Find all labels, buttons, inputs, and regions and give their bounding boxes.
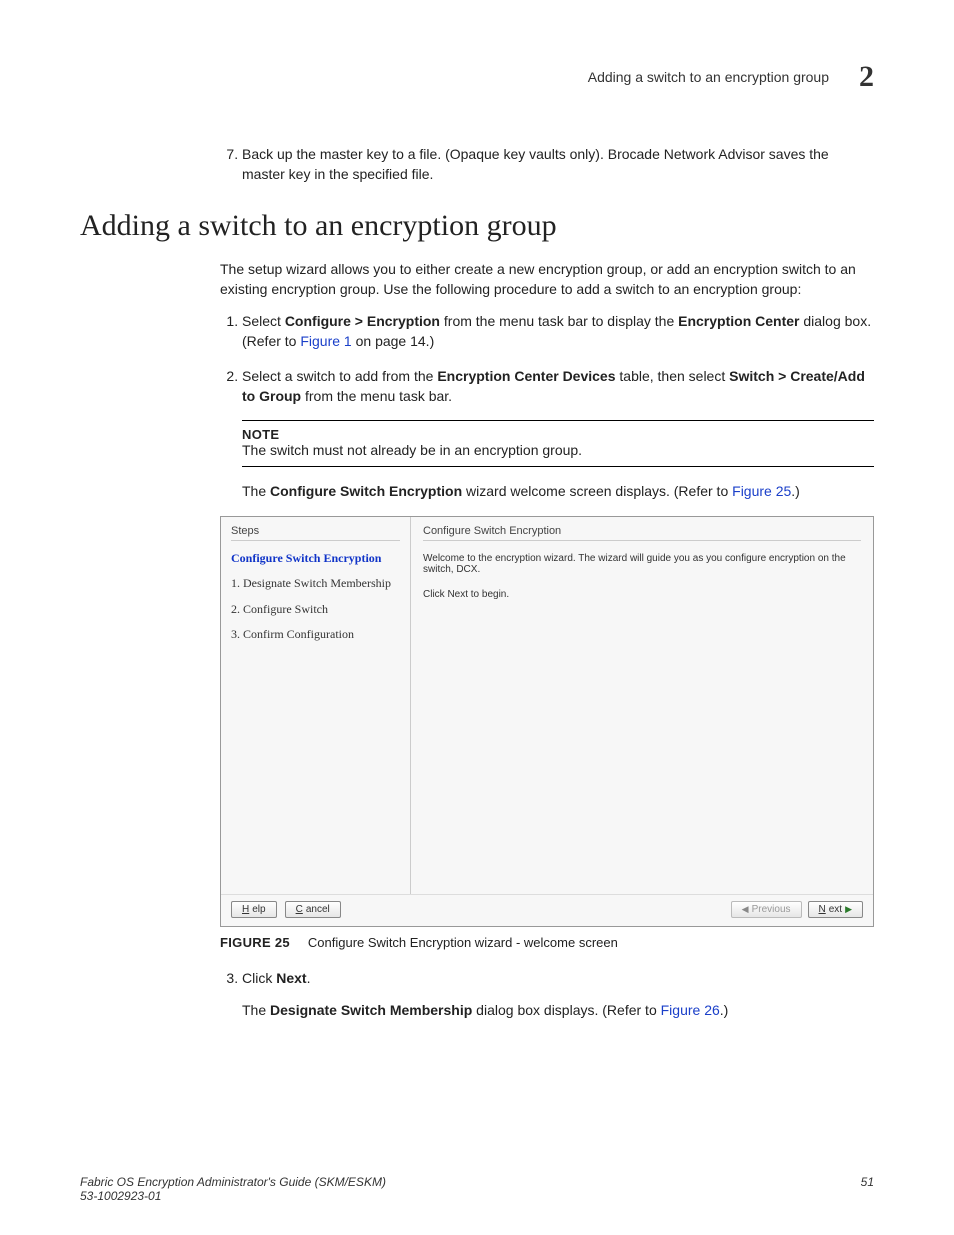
footer-title: Fabric OS Encryption Administrator's Gui… [80,1175,386,1189]
cancel-button[interactable]: CancelCancel [285,901,341,918]
step-item: 3. Confirm Configuration [231,627,400,643]
note-label: NOTE [242,427,874,442]
wizard-main-title: Configure Switch Encryption [423,525,861,541]
step-3: Click Next. The Designate Switch Members… [242,968,874,1021]
section-heading: Adding a switch to an encryption group [80,209,874,243]
step-7: Back up the master key to a file. (Opaqu… [242,144,874,185]
intro-paragraph: The setup wizard allows you to either cr… [220,259,874,300]
figure-caption: FIGURE 25 Configure Switch Encryption wiz… [220,935,874,950]
link-figure-25[interactable]: Figure 25 [732,483,791,499]
step-active: Configure Switch Encryption [231,551,400,567]
wizard-footer: HHelpelp CancelCancel ◀ Previous NextNex… [221,894,873,926]
figure-text: Configure Switch Encryption wizard - wel… [308,935,618,950]
help-button[interactable]: HHelpelp [231,901,277,918]
wizard-dialog: Steps Configure Switch Encryption 1. Des… [220,516,874,927]
running-header: Adding a switch to an encryption group 2 [80,60,874,94]
page-number: 51 [861,1175,874,1203]
steps-header: Steps [231,525,400,541]
wizard-main-panel: Configure Switch Encryption Welcome to t… [411,517,873,894]
continued-list: Back up the master key to a file. (Opaqu… [220,144,874,185]
link-figure-26[interactable]: Figure 26 [661,1002,720,1018]
step-1: Select Configure > Encryption from the m… [242,311,874,352]
page-footer: Fabric OS Encryption Administrator's Gui… [80,1175,874,1203]
note-text: The switch must not already be in an enc… [242,442,874,458]
footer-docnum: 53-1002923-01 [80,1189,386,1203]
wizard-click-next: Click Next to begin. [423,589,861,600]
running-title: Adding a switch to an encryption group [588,69,829,85]
note-box: NOTE The switch must not already be in a… [242,420,874,467]
link-figure-1[interactable]: Figure 1 [300,333,351,349]
figure-label: FIGURE 25 [220,935,290,950]
procedure-list: Select Configure > Encryption from the m… [220,311,874,406]
step-item: 1. Designate Switch Membership [231,576,400,592]
previous-button: ◀ Previous [731,901,802,918]
post-note-paragraph: The Configure Switch Encryption wizard w… [242,481,874,501]
procedure-list-cont: Click Next. The Designate Switch Members… [220,968,874,1021]
step-item: 2. Configure Switch [231,602,400,618]
chapter-number: 2 [859,60,874,94]
triangle-left-icon: ◀ [742,904,749,915]
triangle-right-icon: ▶ [845,904,852,915]
next-button[interactable]: NextNext ▶ [808,901,864,918]
step-7-text: Back up the master key to a file. (Opaqu… [242,146,829,182]
wizard-steps-panel: Steps Configure Switch Encryption 1. Des… [221,517,411,894]
wizard-welcome-text: Welcome to the encryption wizard. The wi… [423,553,861,575]
step-2: Select a switch to add from the Encrypti… [242,366,874,407]
